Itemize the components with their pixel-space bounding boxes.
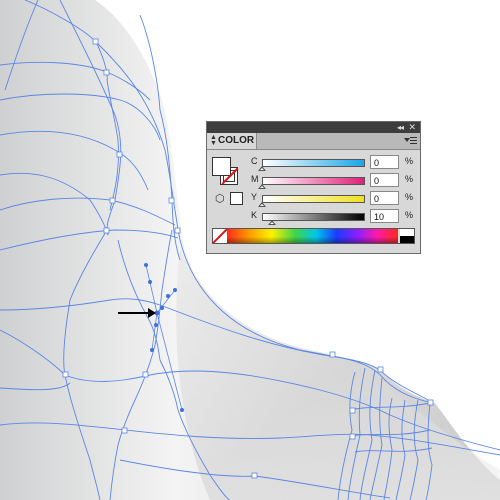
slider-track[interactable]	[262, 159, 365, 167]
slider-track[interactable]	[262, 195, 365, 203]
unit-label: %	[405, 192, 414, 202]
collapse-panel-button[interactable]: ◂◂	[397, 122, 404, 133]
slider-thumb[interactable]	[258, 166, 266, 171]
panel-titlebar[interactable]: ◂◂ ✕	[207, 122, 420, 133]
panel-tab-row: ▲ ▼ COLOR	[207, 133, 420, 150]
unit-label: %	[405, 210, 414, 220]
slider-label: K	[251, 210, 258, 220]
slider-thumb[interactable]	[268, 220, 277, 225]
slider-track[interactable]	[262, 213, 365, 221]
slider-row-y: Y 0 %	[207, 191, 420, 207]
slider-thumb[interactable]	[258, 184, 266, 189]
slider-label: C	[251, 156, 258, 166]
slider-label: M	[251, 174, 259, 184]
black-swatch[interactable]	[400, 236, 414, 243]
slider-row-c: C 0 %	[207, 155, 420, 171]
spectrum-gradient[interactable]	[227, 229, 398, 243]
color-panel: ◂◂ ✕ ▲ ▼ COLOR ⬡ C 0 % M 0 % Y 0 % K 10 …	[206, 121, 421, 254]
slider-row-m: M 0 %	[207, 173, 420, 189]
color-spectrum-ramp[interactable]	[212, 228, 415, 244]
up-down-arrows-icon[interactable]: ▲ ▼	[210, 134, 217, 147]
unit-label: %	[405, 156, 414, 166]
panel-menu-icon[interactable]	[404, 136, 417, 146]
value-field[interactable]: 0	[370, 173, 399, 187]
unit-label: %	[405, 174, 414, 184]
value-field[interactable]: 0	[370, 155, 399, 169]
white-swatch[interactable]	[400, 229, 414, 236]
right-arrow-icon	[118, 306, 158, 320]
value-field[interactable]: 0	[370, 191, 399, 205]
slider-row-k: K 10 %	[207, 209, 420, 225]
slider-label: Y	[251, 192, 258, 202]
value-field[interactable]: 10	[370, 209, 399, 223]
slider-track[interactable]	[262, 177, 365, 185]
tab-color[interactable]: ▲ ▼ COLOR	[207, 133, 257, 149]
slider-thumb[interactable]	[258, 202, 266, 207]
tab-label: COLOR	[218, 135, 255, 146]
none-swatch[interactable]	[213, 229, 227, 243]
close-panel-button[interactable]: ✕	[408, 122, 416, 133]
